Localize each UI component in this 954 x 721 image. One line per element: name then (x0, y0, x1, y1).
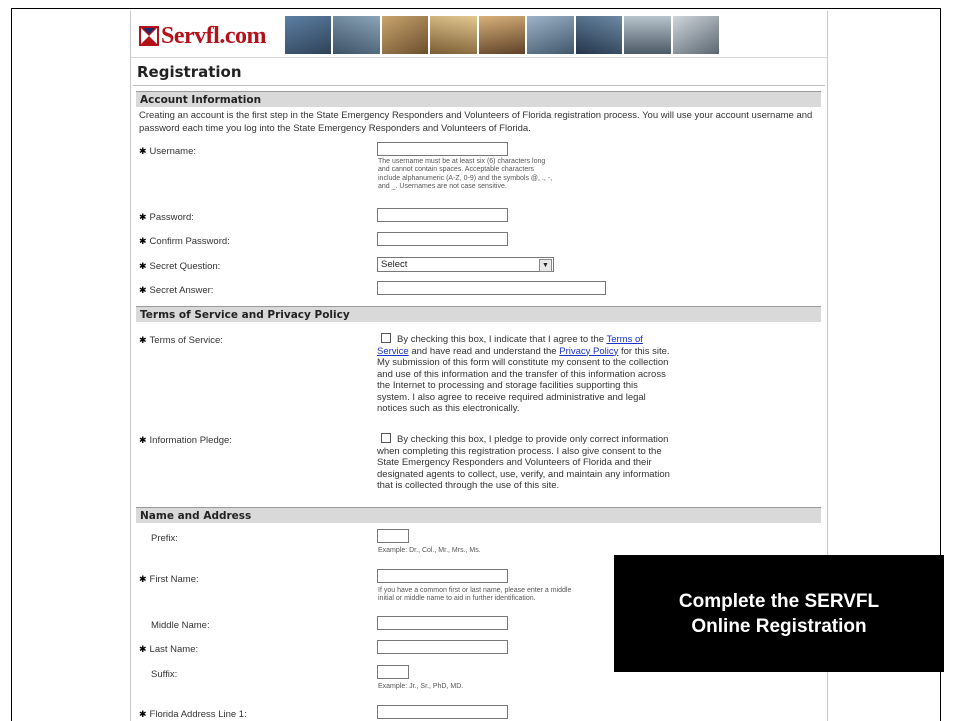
middle-name-label: Middle Name: (151, 620, 210, 631)
florida-address-1-input[interactable] (377, 705, 508, 719)
section-header-name: Name and Address (136, 507, 821, 523)
secret-question-label: ✱ Secret Question: (139, 261, 221, 272)
header-photo (333, 16, 380, 54)
callout-line-2: Online Registration (691, 615, 867, 637)
header-photo (430, 16, 477, 54)
first-name-input[interactable] (377, 569, 508, 583)
divider (133, 85, 825, 86)
header-photo (285, 16, 332, 54)
prefix-input[interactable] (377, 529, 409, 543)
first-name-help-text: If you have a common first or last name,… (378, 587, 572, 603)
privacy-policy-link[interactable]: Privacy Policy (559, 346, 618, 357)
callout-line-1: Complete the SERVFL (678, 590, 880, 612)
prefix-help-text: Example: Dr., Col., Mr., Mrs., Ms. (378, 547, 481, 554)
username-help-text: The username must be at least six (6) ch… (378, 158, 553, 190)
callout-banner: Complete the SERVFL Online Registration (614, 555, 944, 672)
header-photo-strip (285, 16, 719, 54)
required-star-icon: ✱ (139, 435, 147, 445)
required-star-icon: ✱ (139, 261, 147, 271)
section-header-terms: Terms of Service and Privacy Policy (136, 306, 821, 322)
information-pledge-label: ✱ Information Pledge: (139, 435, 232, 446)
header-photo (575, 16, 623, 54)
secret-question-select[interactable]: Select ▼ (377, 257, 554, 272)
logo-text: Servfl.com (161, 22, 266, 49)
header-photo (672, 16, 719, 54)
site-logo[interactable]: Servfl.com (139, 21, 266, 51)
secret-answer-label: ✱ Secret Answer: (139, 285, 214, 296)
header-photo (478, 16, 526, 54)
florida-address-1-label: ✱ Florida Address Line 1: (139, 709, 247, 720)
required-star-icon: ✱ (139, 709, 147, 719)
middle-name-input[interactable] (377, 616, 508, 630)
header-photo (527, 16, 574, 54)
secret-answer-input[interactable] (377, 281, 606, 295)
prefix-label: Prefix: (151, 533, 178, 544)
pledge-checkbox[interactable] (381, 433, 391, 443)
password-label: ✱ Password: (139, 212, 194, 223)
confirm-password-label: ✱ Confirm Password: (139, 236, 230, 247)
header-photo (381, 16, 429, 54)
terms-of-service-label: ✱ Terms of Service: (139, 335, 223, 346)
password-input[interactable] (377, 208, 508, 222)
information-pledge-text: By checking this box, I pledge to provid… (377, 433, 670, 491)
suffix-help-text: Example: Jr., Sr., PhD, MD. (378, 683, 464, 690)
required-star-icon: ✱ (139, 574, 147, 584)
terms-of-service-text: By checking this box, I indicate that I … (377, 333, 670, 414)
confirm-password-input[interactable] (377, 232, 508, 246)
red-cross-logo-icon (139, 26, 159, 46)
secret-question-selected: Select (381, 259, 408, 270)
required-star-icon: ✱ (139, 212, 147, 222)
required-star-icon: ✱ (139, 146, 147, 156)
last-name-label: ✱ Last Name: (139, 644, 199, 655)
site-header: Servfl.com (131, 11, 827, 58)
terms-checkbox[interactable] (381, 333, 391, 343)
required-star-icon: ✱ (139, 285, 147, 295)
page-title: Registration (137, 63, 242, 81)
required-star-icon: ✱ (139, 644, 147, 654)
chevron-down-icon[interactable]: ▼ (539, 259, 552, 272)
last-name-input[interactable] (377, 640, 508, 654)
section-header-account: Account Information (136, 91, 821, 107)
suffix-input[interactable] (377, 665, 409, 679)
required-star-icon: ✱ (139, 335, 147, 345)
header-photo (624, 16, 671, 54)
required-star-icon: ✱ (139, 236, 147, 246)
username-label: ✱ Username: (139, 146, 197, 157)
first-name-label: ✱ First Name: (139, 574, 199, 585)
suffix-label: Suffix: (151, 669, 178, 680)
account-intro-text: Creating an account is the first step in… (139, 110, 813, 134)
username-input[interactable] (377, 142, 508, 156)
